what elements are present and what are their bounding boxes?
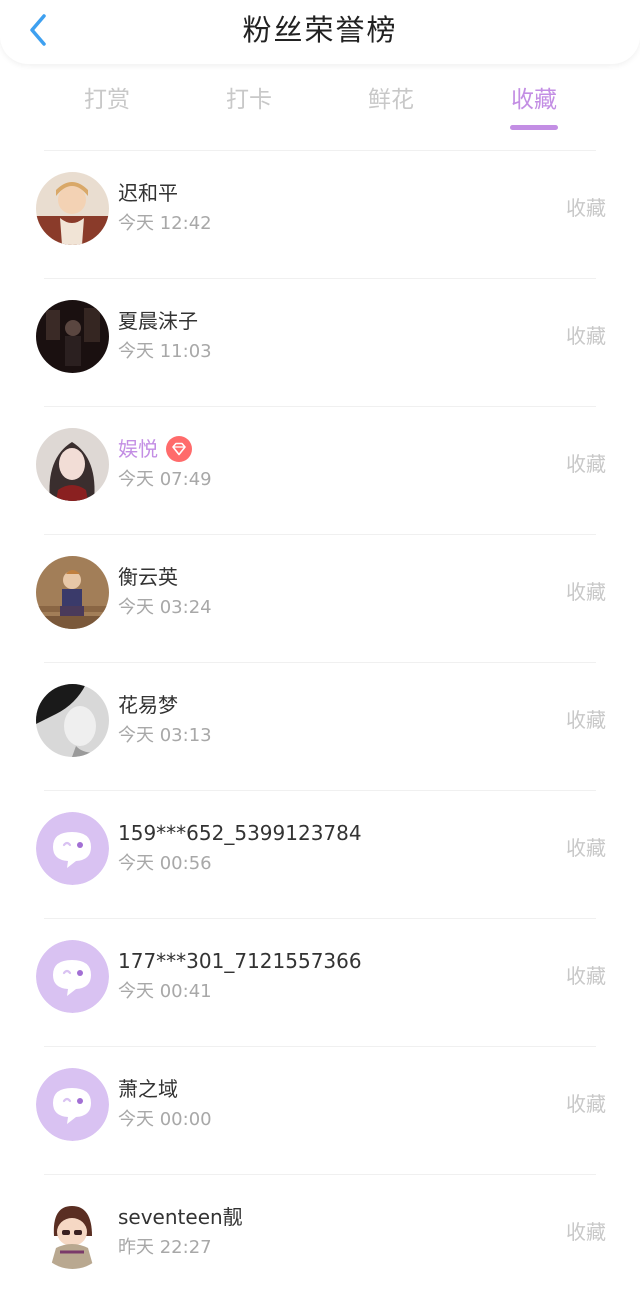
- fan-name-text: 177***301_7121557366: [118, 949, 362, 973]
- fan-time: 今天 03:24: [118, 597, 212, 618]
- list-item[interactable]: 娱悦今天 07:49 收藏: [0, 406, 640, 534]
- fan-name-text: seventeen靓: [118, 1205, 243, 1229]
- avatar-image: [36, 428, 109, 501]
- tab-checkin[interactable]: 打卡: [199, 80, 299, 130]
- fan-name-text: 萧之域: [118, 1077, 178, 1101]
- avatar-image: [36, 556, 109, 629]
- fan-name: 夏晨沫子: [118, 308, 198, 334]
- fan-name-text: 花易梦: [118, 693, 178, 717]
- favorite-label: 收藏: [566, 836, 606, 860]
- list-item[interactable]: 衡云英今天 03:24 收藏: [0, 534, 640, 662]
- fan-time: 昨天 22:27: [118, 1237, 212, 1258]
- tab-bar: 打赏 打卡 鲜花 收藏: [0, 80, 640, 140]
- top-bar: 粉丝荣誉榜: [0, 0, 640, 64]
- avatar[interactable]: [36, 1196, 109, 1269]
- avatar-image: [36, 172, 109, 245]
- fan-name: 娱悦: [118, 436, 192, 462]
- tab-flowers[interactable]: 鲜花: [341, 80, 441, 130]
- fan-name: 衡云英: [118, 564, 178, 590]
- active-tab-indicator: [510, 125, 558, 130]
- fan-time: 今天 00:00: [118, 1109, 212, 1130]
- favorite-label: 收藏: [566, 452, 606, 476]
- fan-name-text: 娱悦: [118, 437, 158, 461]
- favorite-label: 收藏: [566, 708, 606, 732]
- page-title: 粉丝荣誉榜: [242, 13, 398, 47]
- favorite-label: 收藏: [566, 1092, 606, 1116]
- fan-name: 迟和平: [118, 180, 178, 206]
- avatar[interactable]: [36, 428, 109, 501]
- chat-bubble-icon: [36, 812, 109, 885]
- fan-name: 159***652_5399123784: [118, 820, 362, 846]
- avatar[interactable]: [36, 556, 109, 629]
- favorite-label: 收藏: [566, 324, 606, 348]
- fan-name: 萧之域: [118, 1076, 178, 1102]
- list-item[interactable]: 177***301_7121557366 今天 00:41 收藏: [0, 918, 640, 1046]
- avatar[interactable]: [36, 1068, 109, 1141]
- avatar[interactable]: [36, 684, 109, 757]
- fan-name-text: 迟和平: [118, 181, 178, 205]
- avatar-image: [36, 300, 109, 373]
- avatar-image: [36, 1196, 109, 1269]
- list-item[interactable]: 159***652_5399123784 今天 00:56 收藏: [0, 790, 640, 918]
- fan-list: 迟和平 今天 12:42 收藏 夏晨沫子 今天 11:03 收藏 娱悦 今天 07:49 收藏衡…: [0, 150, 640, 1302]
- favorite-label: 收藏: [566, 964, 606, 988]
- fan-name-text: 夏晨沫子: [118, 309, 198, 333]
- avatar-image: [36, 684, 109, 757]
- avatar[interactable]: [36, 172, 109, 245]
- fan-time: 今天 12:42: [118, 213, 212, 234]
- fan-name: seventeen靓: [118, 1204, 243, 1230]
- fan-time: 今天 00:41: [118, 981, 212, 1002]
- fan-time: 今天 03:13: [118, 725, 212, 746]
- list-item[interactable]: seventeen靓 昨天 22:27 收藏: [0, 1174, 640, 1302]
- list-item[interactable]: 迟和平今天 12:42 收藏: [0, 150, 640, 278]
- avatar[interactable]: [36, 812, 109, 885]
- tab-reward[interactable]: 打赏: [57, 80, 157, 130]
- fan-time: 今天 07:49: [118, 469, 212, 490]
- chat-bubble-icon: [36, 940, 109, 1013]
- vip-diamond-icon: [166, 436, 192, 462]
- favorite-label: 收藏: [566, 196, 606, 220]
- tab-favorites[interactable]: 收藏: [484, 80, 584, 130]
- fan-time: 今天 00:56: [118, 853, 212, 874]
- tab-favorites-label: 收藏: [511, 87, 557, 113]
- fan-name: 花易梦: [118, 692, 178, 718]
- favorite-label: 收藏: [566, 1220, 606, 1244]
- list-item[interactable]: 萧之域今天 00:00 收藏: [0, 1046, 640, 1174]
- fan-name-text: 159***652_5399123784: [118, 821, 362, 845]
- list-item[interactable]: 夏晨沫子今天 11:03 收藏: [0, 278, 640, 406]
- favorite-label: 收藏: [566, 580, 606, 604]
- fan-name: 177***301_7121557366: [118, 948, 362, 974]
- avatar[interactable]: [36, 300, 109, 373]
- avatar[interactable]: [36, 940, 109, 1013]
- fan-time: 今天 11:03: [118, 341, 212, 362]
- chat-bubble-icon: [36, 1068, 109, 1141]
- list-item[interactable]: 花易梦今天 03:13 收藏: [0, 662, 640, 790]
- fan-name-text: 衡云英: [118, 565, 178, 589]
